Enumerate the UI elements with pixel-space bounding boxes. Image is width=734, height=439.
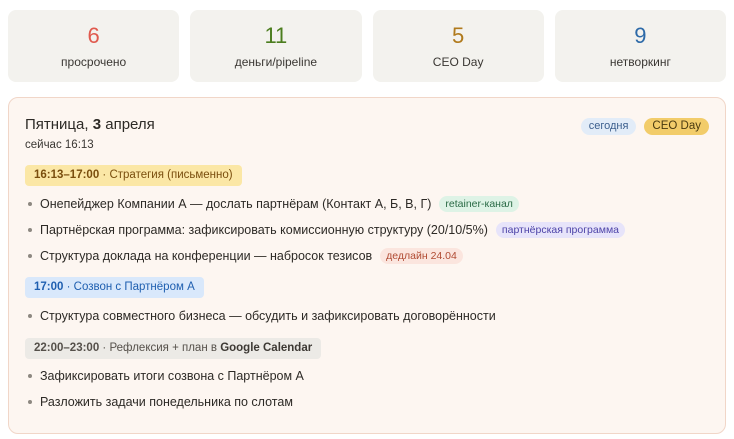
task-tag: retainer-канал (439, 196, 519, 212)
stat-networking[interactable]: 9 нетворкинг (554, 10, 726, 82)
task-item[interactable]: Онепейджер Компании А — дослать партнёра… (25, 194, 519, 214)
stats-row: 6 просрочено 11 деньги/pipeline 5 CEO Da… (8, 10, 726, 82)
day-card: Пятница, 3 апреля сейчас 16:13 сегодня C… (8, 97, 726, 434)
bullet-icon (28, 202, 32, 206)
task-item[interactable]: Зафиксировать итоги созвона с Партнёром … (25, 366, 304, 386)
task-text: Онепейджер Компании А — дослать партнёра… (40, 197, 432, 211)
slot-title: · Созвон с Партнёром А (63, 281, 195, 293)
slot-time: 22:00–23:00 (34, 342, 100, 354)
task-item[interactable]: Партнёрская программа: зафиксировать ком… (25, 220, 626, 240)
time-slot[interactable]: 16:13–17:00 · Стратегия (письменно) (25, 165, 242, 186)
stat-value: 5 (452, 23, 465, 48)
time-slot[interactable]: 17:00 · Созвон с Партнёром А (25, 277, 204, 298)
stat-label: деньги/pipeline (234, 55, 318, 69)
task-text: Разложить задачи понедельника по слотам (40, 395, 293, 409)
today-badge: сегодня (580, 118, 637, 135)
slot-time: 16:13–17:00 (34, 169, 100, 181)
current-time: сейчас 16:13 (25, 139, 94, 151)
stat-label: просрочено (61, 55, 127, 69)
stat-label: нетворкинг (609, 55, 671, 69)
stat-overdue[interactable]: 6 просрочено (8, 10, 180, 82)
bullet-icon (28, 254, 32, 258)
bullet-icon (28, 400, 32, 404)
task-item[interactable]: Разложить задачи понедельника по слотам (25, 392, 293, 412)
day-month: апреля (101, 116, 155, 133)
slot-time: 17:00 (34, 281, 64, 293)
task-text: Зафиксировать итоги созвона с Партнёром … (40, 369, 304, 383)
ceo-day-badge: CEO Day (644, 118, 709, 135)
task-tag: партнёрская программа (495, 222, 626, 238)
task-text: Структура совместного бизнеса — обсудить… (40, 309, 496, 323)
task-item[interactable]: Структура доклада на конференции — набро… (25, 246, 463, 266)
day-date-number: 3 (92, 116, 102, 133)
bullet-icon (28, 228, 32, 232)
day-badges: сегодня CEO Day (580, 118, 709, 135)
bullet-icon (28, 314, 32, 318)
stat-ceo-day[interactable]: 5 CEO Day (372, 10, 544, 82)
task-text: Партнёрская программа: зафиксировать ком… (40, 223, 488, 237)
stat-value: 9 (634, 23, 647, 48)
stat-value: 11 (264, 23, 288, 48)
stat-money-pipeline[interactable]: 11 деньги/pipeline (190, 10, 362, 82)
task-item[interactable]: Структура совместного бизнеса — обсудить… (25, 306, 496, 326)
task-text: Структура доклада на конференции — набро… (40, 249, 373, 263)
slot-title: · Стратегия (письменно) (99, 169, 233, 181)
slot-title-bold: Google Calendar (220, 342, 313, 354)
day-weekday: Пятница, (25, 116, 93, 133)
day-title: Пятница, 3 апреля (25, 116, 155, 133)
slot-title: · Рефлексия + план в (99, 342, 221, 354)
stat-value: 6 (87, 23, 100, 48)
time-slot[interactable]: 22:00–23:00 · Рефлексия + план в Google … (25, 338, 322, 359)
deadline-tag: дедлайн 24.04 (380, 248, 463, 264)
bullet-icon (28, 374, 32, 378)
stat-label: CEO Day (432, 55, 484, 69)
